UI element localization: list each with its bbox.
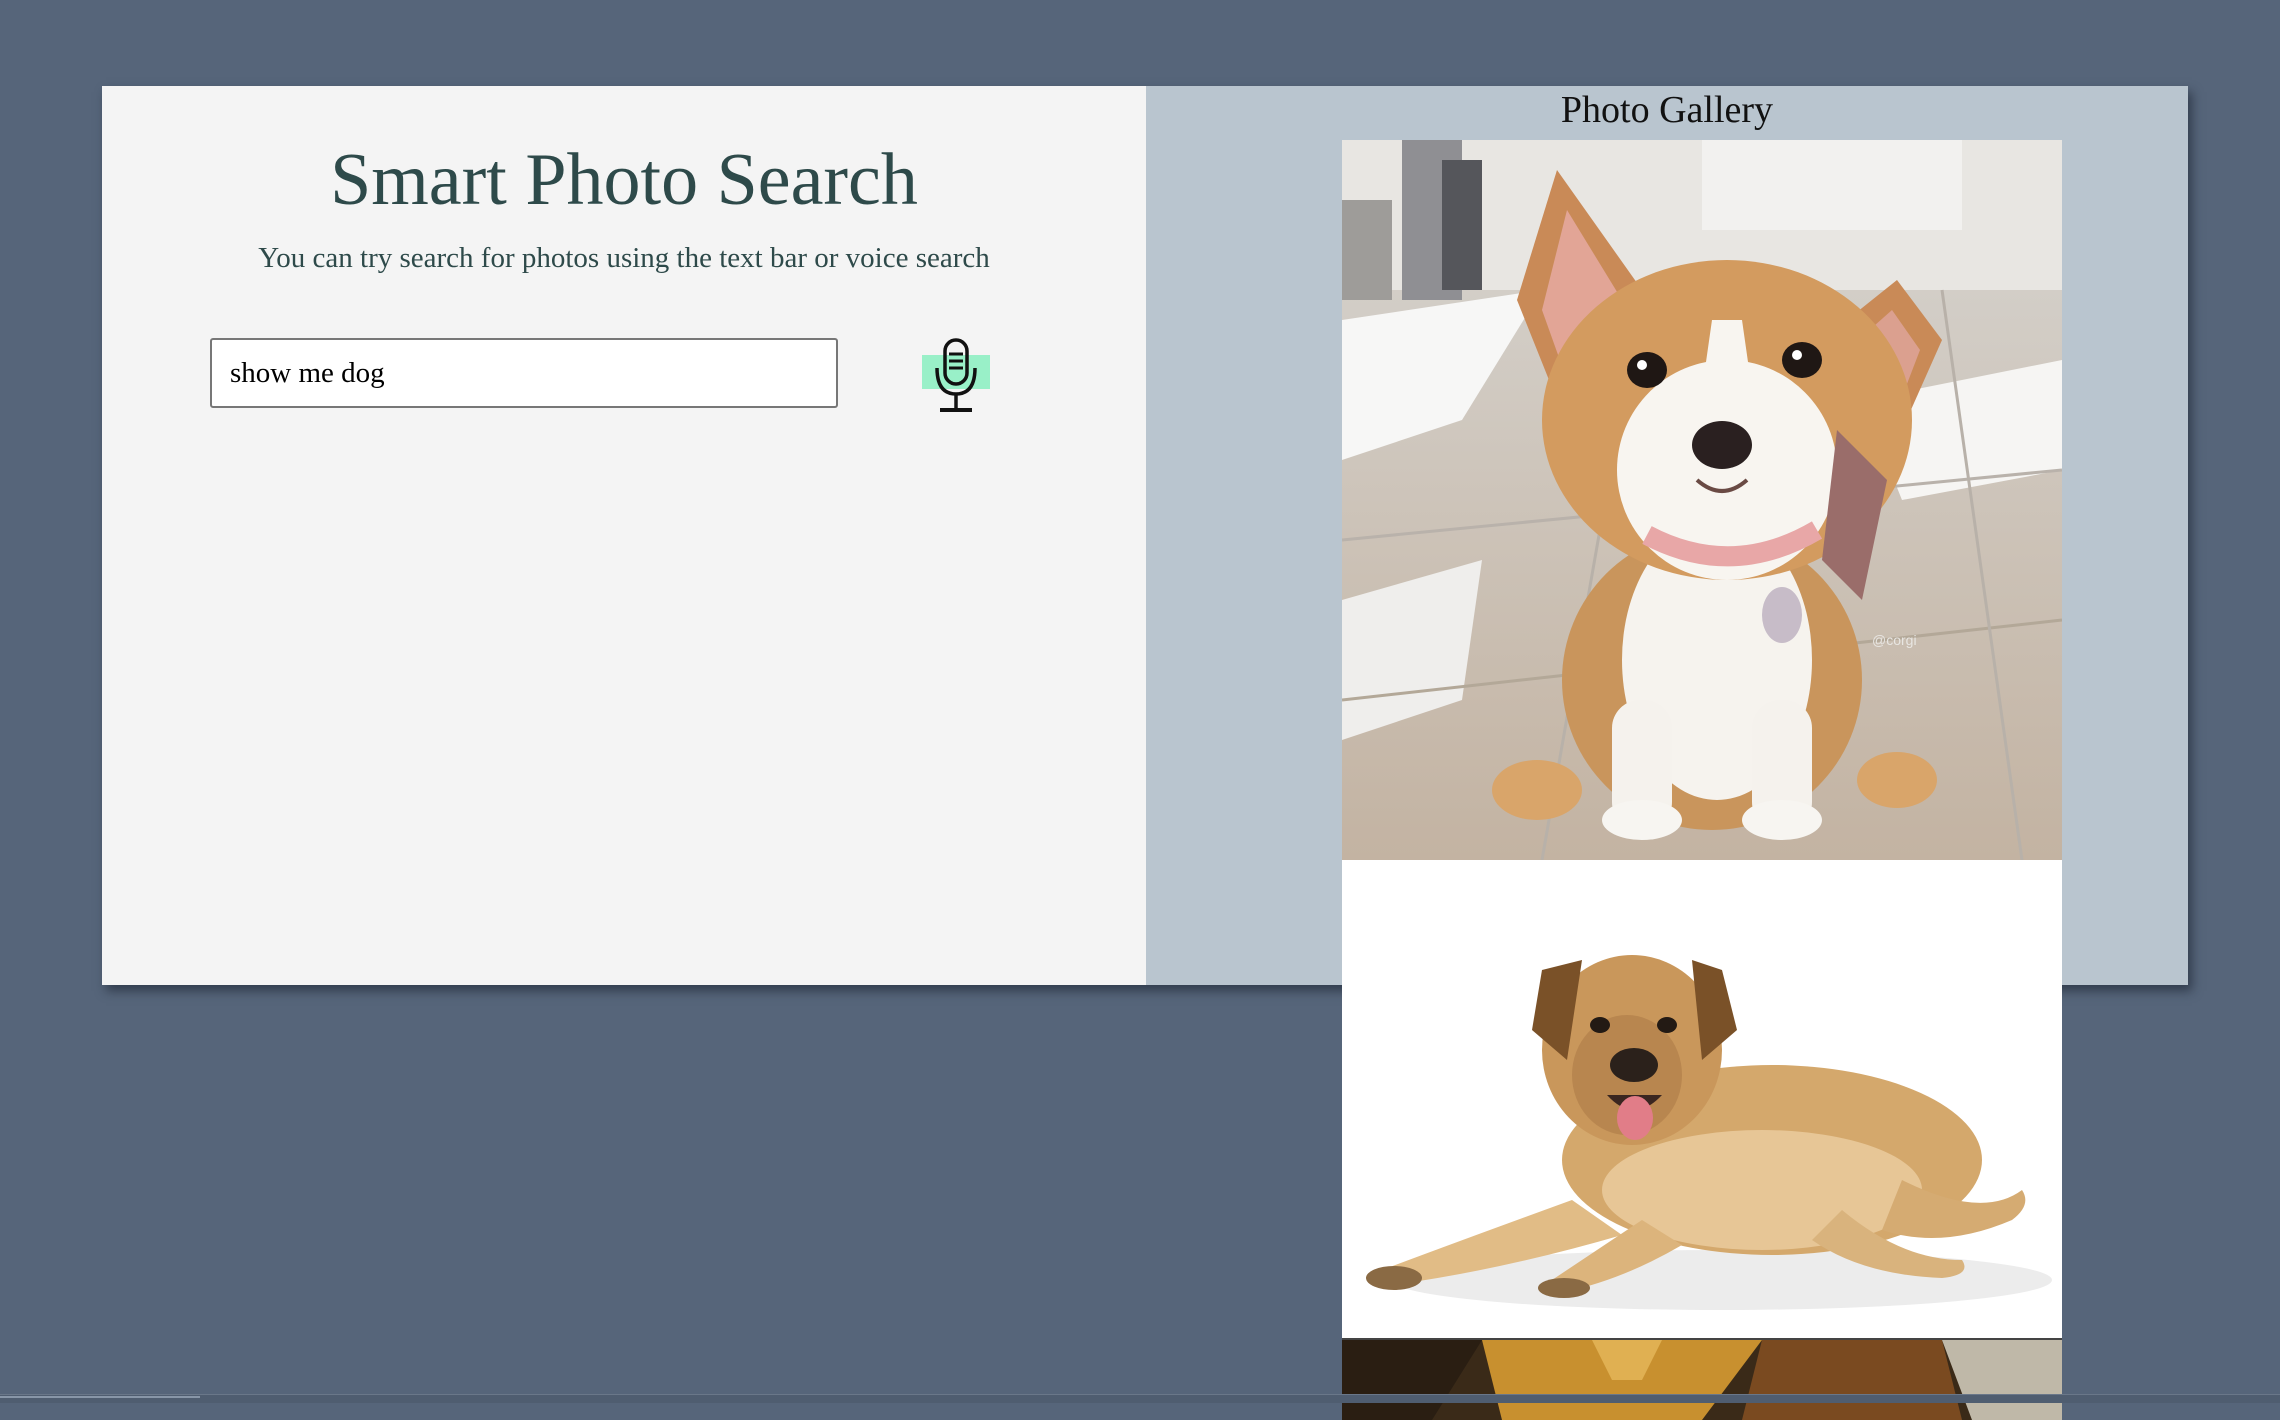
- scrollbar-thumb[interactable]: [0, 1396, 200, 1398]
- gallery-photo[interactable]: [1342, 860, 2062, 1340]
- lying-dog-image: [1342, 860, 2062, 1338]
- gallery-title: Photo Gallery: [1560, 89, 1774, 131]
- page-subtitle: You can try search for photos using the …: [258, 242, 990, 274]
- page-title: Smart Photo Search: [330, 139, 918, 221]
- search-panel: Smart Photo Search You can try search fo…: [102, 86, 1146, 985]
- microphone-icon: [935, 338, 977, 412]
- gallery-photo[interactable]: [1342, 1340, 2062, 1420]
- search-input[interactable]: [210, 338, 838, 408]
- gallery-photo[interactable]: @corgi: [1342, 140, 2062, 860]
- svg-text:@corgi: @corgi: [1872, 632, 1917, 648]
- photo-gallery: @corgi: [1342, 140, 2062, 1420]
- voice-search-button[interactable]: [918, 338, 994, 414]
- corgi-puppy-image: @corgi: [1342, 140, 2062, 860]
- dog-photo-partial-image: [1342, 1340, 2062, 1420]
